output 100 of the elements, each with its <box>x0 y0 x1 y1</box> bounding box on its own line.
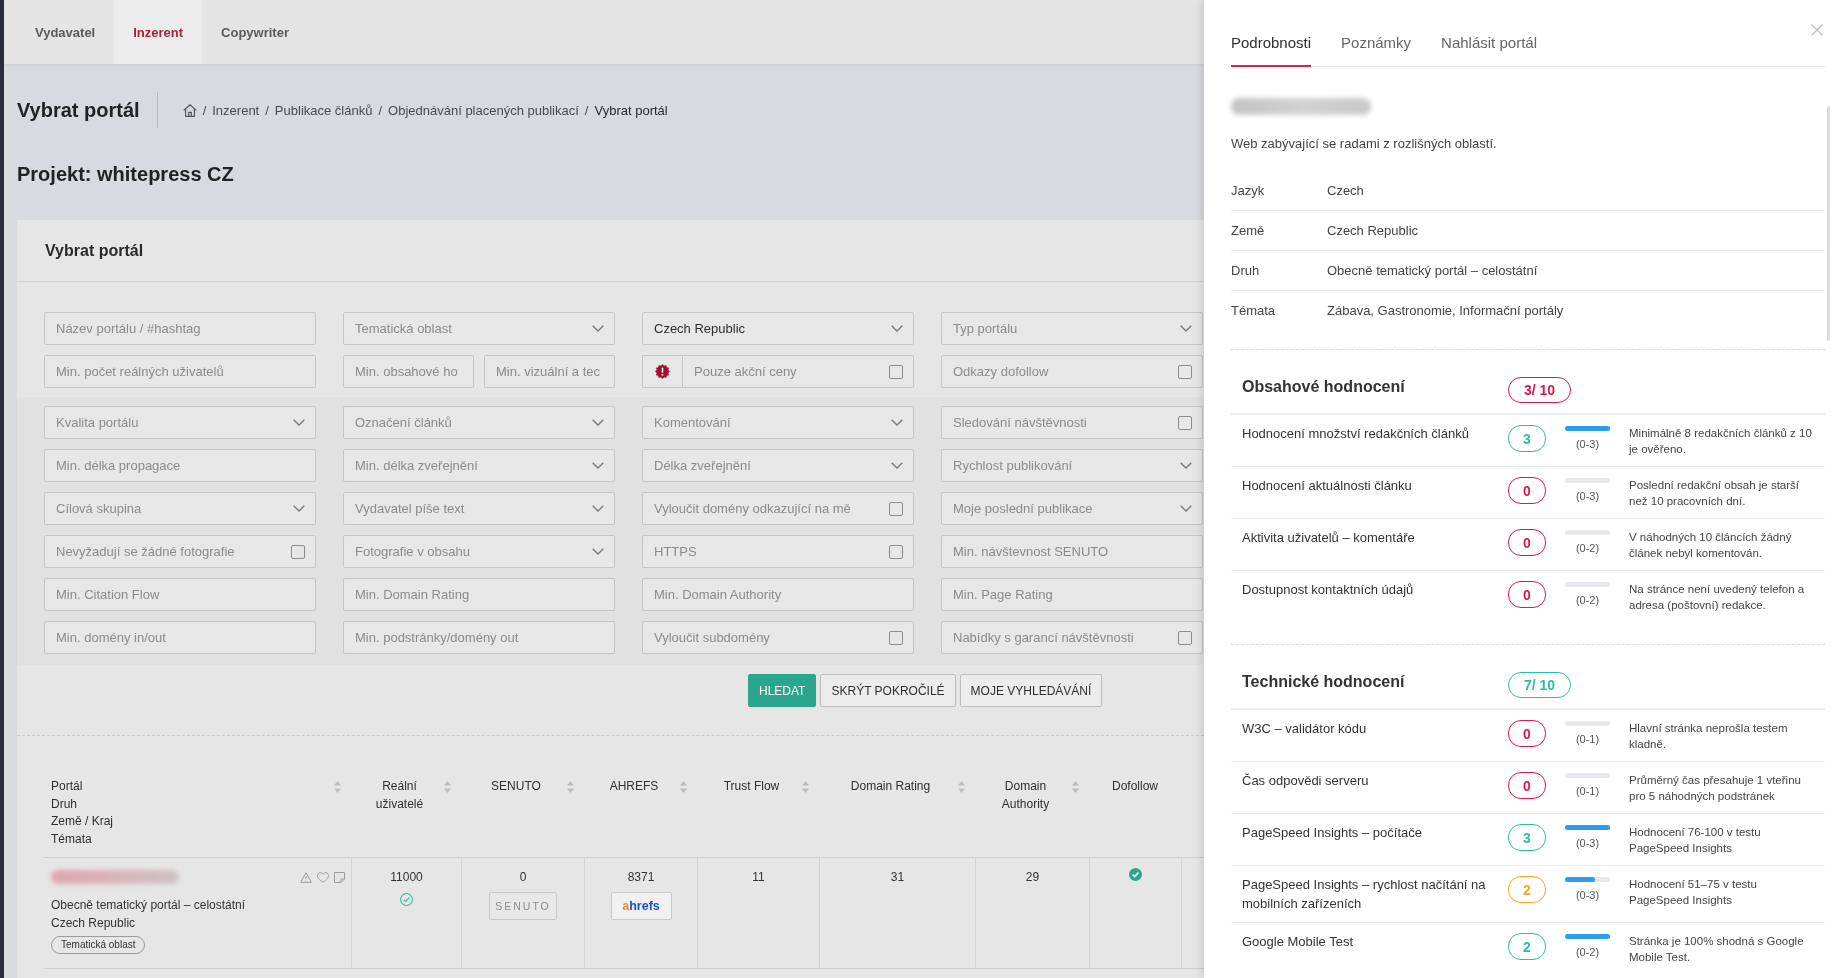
table-cell-text: 11 <box>752 869 765 886</box>
criterion-note: V náhodných 10 článcích žádný článek nebyl komentován. <box>1629 530 1793 561</box>
info-label: Země <box>1231 223 1265 238</box>
action-button[interactable]: MOJE VYHLEDÁVÁNÍ <box>959 674 1103 707</box>
text-input[interactable]: Min. počet reálných uživatelů <box>44 355 316 388</box>
info-value: Czech Republic <box>1327 223 1419 238</box>
select-field[interactable]: Označení článků <box>343 406 615 439</box>
select-field[interactable]: Délka zveřejnění <box>642 449 914 482</box>
select-field[interactable]: Cílová skupina <box>44 492 316 525</box>
sort-icon[interactable] <box>802 781 809 793</box>
search-button[interactable]: HLEDAT <box>748 674 817 707</box>
heart-icon[interactable] <box>317 871 329 883</box>
checkbox[interactable] <box>291 544 305 559</box>
select-field[interactable]: Typ portálu <box>941 312 1203 345</box>
select-field[interactable]: Tematická oblast <box>343 312 615 345</box>
sort-icon[interactable] <box>680 781 687 793</box>
column-header[interactable]: Portál Druh Země / Kraj Témata <box>44 769 351 858</box>
column-header[interactable]: Trust Flow <box>697 769 819 858</box>
score-range: (0-2) <box>1575 945 1600 959</box>
checkbox-field[interactable]: Pouze akční ceny <box>682 355 914 388</box>
checkbox-field[interactable]: Vyloučit subdomény <box>642 621 914 654</box>
text-input[interactable]: Min. Citation Flow <box>44 578 316 611</box>
column-header[interactable]: AHREFS <box>584 769 697 858</box>
score-badge: 0 <box>1508 529 1546 556</box>
panel-tab[interactable]: Nahlásit portál <box>1441 0 1537 67</box>
column-header[interactable]: SENUTO <box>461 769 584 858</box>
select-field[interactable]: Rychlost publikování <box>941 449 1203 482</box>
column-header[interactable]: Domain Authority <box>975 769 1089 858</box>
chevron-down-icon <box>1180 505 1192 512</box>
select-field[interactable]: Komentování <box>642 406 914 439</box>
info-value: Zábava, Gastronomie, Informační portály <box>1327 302 1564 318</box>
senuto-link[interactable]: SENUTO <box>489 892 557 920</box>
select-field[interactable]: Kvalita portálu <box>44 406 316 439</box>
checkbox[interactable] <box>889 630 903 645</box>
checkbox[interactable] <box>1178 630 1192 645</box>
text-input[interactable]: Min. Domain Rating <box>343 578 615 611</box>
breadcrumb-link[interactable]: Inzerent <box>212 102 260 118</box>
scrollbar-thumb[interactable] <box>1827 106 1830 341</box>
sort-icon[interactable] <box>444 781 451 793</box>
panel-tab[interactable]: Poznámky <box>1341 0 1412 67</box>
note-icon[interactable] <box>334 871 345 883</box>
text-input[interactable]: Min. domény in/out <box>44 621 316 654</box>
score-range: (0-3) <box>1575 888 1600 902</box>
checkbox-field[interactable]: Odkazy dofollow <box>941 355 1203 388</box>
chevron-down-icon <box>1180 462 1192 469</box>
chevron-down-icon <box>592 505 604 512</box>
criterion-note: Na stránce není uvedený telefon a adresa (poštovní) redakce. <box>1629 582 1806 613</box>
text-input[interactable]: Min. délka propagace <box>44 449 316 482</box>
criterion-name: Hodnocení množství redakčních článků <box>1242 425 1470 443</box>
nav-tab[interactable]: Inzerent <box>114 0 203 64</box>
home-icon[interactable] <box>182 103 197 117</box>
checkbox[interactable] <box>1178 415 1192 430</box>
sort-icon[interactable] <box>1072 781 1079 793</box>
criterion-name: Hodnocení aktuálnosti článku <box>1242 477 1413 495</box>
sort-icon[interactable] <box>567 781 574 793</box>
progress-track <box>1565 877 1610 882</box>
column-header[interactable]: Domain Rating <box>819 769 975 858</box>
warning-icon[interactable] <box>300 871 312 883</box>
column-header[interactable]: Reální uživatelé <box>351 769 461 858</box>
breadcrumb-link[interactable]: Publikace článků <box>274 102 373 118</box>
checkbox-field[interactable]: Nevyžadují se žádné fotografie <box>44 535 316 568</box>
info-value: Obecně tematický portál – celostátní <box>1327 263 1538 278</box>
text-input[interactable]: Min. Domain Authority <box>642 578 914 611</box>
text-input[interactable]: Název portálu / #hashtag <box>44 312 316 345</box>
nav-tab[interactable]: Vydavatel <box>16 0 115 64</box>
checkbox[interactable] <box>1178 364 1192 379</box>
page-title: Vybrat portál <box>17 92 158 128</box>
select-field[interactable]: Czech Republic <box>642 312 914 345</box>
chevron-down-icon <box>592 419 604 426</box>
checkbox-field[interactable]: Vyloučit domény odkazující na mě <box>642 492 914 525</box>
breadcrumb-separator: / <box>202 102 207 118</box>
text-input[interactable]: Min. Page Rating <box>941 578 1203 611</box>
sort-icon[interactable] <box>958 781 965 793</box>
score-range: (0-1) <box>1575 732 1600 746</box>
text-input[interactable]: Min. podstránky/domény out <box>343 621 615 654</box>
text-input[interactable]: Min. obsahové ho <box>343 355 474 388</box>
text-input[interactable]: Min. vizuální a tec <box>484 355 615 388</box>
action-button[interactable]: SKRÝT POKROČILÉ <box>820 674 956 707</box>
criterion-name: PageSpeed Insights – počítače <box>1242 824 1423 842</box>
select-field[interactable]: Moje poslední publikace <box>941 492 1203 525</box>
select-field[interactable]: Min. délka zveřejnění <box>343 449 615 482</box>
checkbox-field[interactable]: Sledování návštěvnosti <box>941 406 1203 439</box>
panel-tab[interactable]: Podrobnosti <box>1231 0 1312 67</box>
nav-tab[interactable]: Copywriter <box>202 0 308 64</box>
text-input[interactable]: Min. návštevnost SENUTO <box>941 535 1203 568</box>
checkbox-field[interactable]: Nabídky s garancí návštěvnosti <box>941 621 1203 654</box>
close-button[interactable] <box>1811 24 1823 36</box>
table-cell-text: 8371 <box>627 869 655 886</box>
select-field[interactable]: Fotografie v obsahu <box>343 535 615 568</box>
project-title: Projekt: whitepress CZ <box>17 162 234 186</box>
checkbox[interactable] <box>889 364 903 379</box>
breadcrumb-link[interactable]: Objednávání placených publikací <box>388 102 579 118</box>
sort-icon[interactable] <box>334 781 341 793</box>
ahrefs-link[interactable]: ahrefs <box>610 892 672 920</box>
checkbox[interactable] <box>889 501 903 516</box>
select-field[interactable]: Vydavatel píše text <box>343 492 615 525</box>
checkbox[interactable] <box>889 544 903 559</box>
checkbox-field[interactable]: HTTPS <box>642 535 914 568</box>
score-range: (0-1) <box>1575 784 1600 798</box>
chevron-down-icon <box>592 325 604 332</box>
